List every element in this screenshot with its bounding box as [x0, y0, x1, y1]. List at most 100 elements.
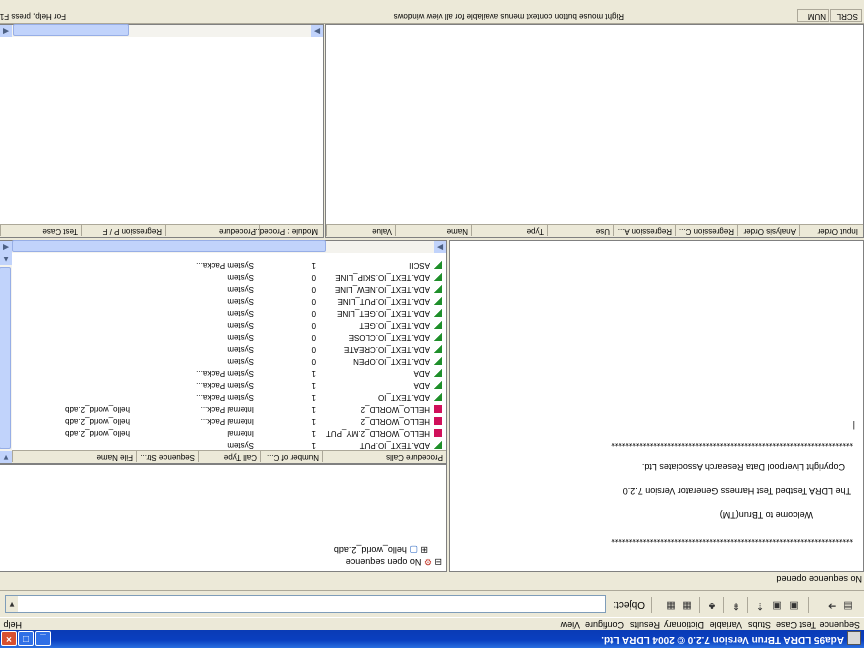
console-panel[interactable]: ****************************************… [449, 240, 864, 572]
document-icon[interactable]: ▦ [681, 599, 693, 611]
help-hint: For Help, press F1 [0, 12, 66, 21]
menu-stubs[interactable]: Stubs [748, 620, 771, 630]
test-case-icon[interactable]: ▣ [788, 599, 800, 611]
cell-number-of-calls: 0 [311, 345, 316, 354]
move-top-icon[interactable]: ⇞ [730, 599, 742, 611]
cell-procedure: ASCII [409, 261, 430, 270]
table-row[interactable]: ADA 1 System Packa... [12, 379, 444, 391]
cell-number-of-calls: 1 [311, 261, 316, 270]
hscroll-thumb[interactable] [13, 24, 129, 36]
scroll-up-icon[interactable]: ▼ [0, 451, 12, 463]
hscroll-thumb[interactable] [12, 240, 326, 252]
document-copy-icon[interactable]: ▦ [665, 599, 677, 611]
system-flag-icon [434, 309, 442, 317]
column-analysis-order[interactable]: Analysis Order [737, 225, 799, 236]
scroll-down-icon[interactable]: ▲ [0, 253, 12, 265]
scroll-right-icon[interactable]: ▶ [434, 241, 446, 253]
cell-number-of-calls: 0 [311, 273, 316, 282]
column-value[interactable]: Value [326, 225, 395, 236]
column-number-of-calls[interactable]: Number of C... [260, 451, 322, 462]
cell-procedure: ADA.TEXT_IO [377, 393, 430, 402]
column-procedure-calls[interactable]: Procedure Calls [322, 451, 446, 462]
variables-header: Input Order Analysis Order Regression C.… [326, 224, 863, 237]
table-row[interactable]: ASCII 1 System Packa... [12, 259, 444, 271]
table-row[interactable]: ADA.TEXT_IO.NEW_LINE 0 System [12, 283, 444, 295]
tree-child[interactable]: ⊞ ▢ hello_world_2.adb [334, 544, 428, 555]
scroll-right-icon[interactable]: ▶ [311, 25, 323, 37]
column-module-procedure[interactable]: Module : Proced... [253, 225, 321, 236]
table-row[interactable]: ADA.TEXT_IO.GET_LINE 0 System [12, 307, 444, 319]
menu-test-case[interactable]: Test Case [776, 620, 816, 630]
maximize-button[interactable]: □ [18, 631, 34, 646]
table-row[interactable]: ADA.TEXT_IO.SKIP_LINE 0 System [12, 271, 444, 283]
menu-sequence[interactable]: Sequence [819, 620, 860, 630]
table-row[interactable]: HELLO_WORLD_2 1 Internal Pack... hello_worl… [12, 403, 444, 415]
cell-call-type: System [227, 297, 254, 306]
column-type[interactable]: Type [471, 225, 547, 236]
table-row[interactable]: ADA.TEXT_IO.PUT 1 System [12, 439, 444, 451]
scroll-left-icon[interactable]: ◀ [0, 241, 12, 253]
tree-child-label: hello_world_2.adb [333, 545, 407, 555]
table-row[interactable]: ADA.TEXT_IO.PUT_LINE 0 System [12, 295, 444, 307]
column-procedure[interactable]: Procedure [165, 225, 259, 236]
cell-procedure: ADA.TEXT_IO.PUT [359, 441, 430, 450]
collapse-icon[interactable]: ⊟ [434, 557, 442, 567]
table-row[interactable]: ADA.TEXT_IO.OPEN 0 System [12, 355, 444, 367]
toolbar-separator [723, 597, 724, 613]
table-row[interactable]: ADA.TEXT_IO.CLOSE 0 System [12, 331, 444, 343]
menu-configure[interactable]: Configure [585, 620, 624, 630]
tree-root[interactable]: ⊟ ⚙ No open sequence [346, 556, 442, 567]
column-sequence-str[interactable]: Sequence Str... [136, 451, 198, 462]
table-row[interactable]: HELLO_WORLD_2.MY_PUT 1 Internal hello_world… [12, 427, 444, 439]
column-use[interactable]: Use [547, 225, 613, 236]
close-button[interactable]: × [1, 631, 17, 646]
object-combobox[interactable]: ▼ [5, 595, 606, 613]
column-regression-pf[interactable]: Regression P / F [81, 225, 165, 236]
test-case-copy-icon[interactable]: ▣ [771, 599, 783, 611]
system-flag-icon [434, 321, 442, 329]
cell-call-type: System [227, 441, 254, 450]
table-row[interactable]: HELLO_WORLD_2 1 Internal Pack... hello_worl… [12, 415, 444, 427]
scrl-indicator: SCRL [836, 12, 858, 21]
menu-view[interactable]: View [561, 620, 580, 630]
column-regression-c[interactable]: Regression C... [675, 225, 737, 236]
internal-flag-icon [434, 429, 442, 437]
table-row[interactable]: ADA.TEXT_IO 1 System Packa... [12, 391, 444, 403]
table-row[interactable]: ADA 1 System Packa... [12, 367, 444, 379]
object-label: Object: [613, 599, 645, 610]
menu-dictionary[interactable]: Dictionary [664, 620, 704, 630]
cell-procedure: HELLO_WORLD_2.MY_PUT [325, 429, 430, 438]
cell-call-type: System [227, 357, 254, 366]
column-call-type[interactable]: Call Type [198, 451, 260, 462]
variables-panel[interactable]: Input Order Analysis Order Regression C.… [325, 24, 864, 238]
scroll-thumb[interactable] [0, 267, 11, 449]
expand-icon[interactable]: ⊞ [420, 545, 428, 555]
table-row[interactable]: ADA.TEXT_IO.GET 0 System [12, 319, 444, 331]
cell-number-of-calls: 1 [311, 405, 316, 414]
column-test-case[interactable]: Test Case [0, 225, 81, 236]
forward-icon[interactable]: ➔ [826, 599, 838, 611]
menu-results[interactable]: Results [630, 620, 660, 630]
procedure-calls-panel[interactable]: Procedure Calls Number of C... Call Type… [0, 240, 447, 464]
column-file-name[interactable]: File Name [12, 451, 136, 462]
table-row[interactable]: ADA.TEXT_IO.CREATE 0 System [12, 343, 444, 355]
sequence-tree-panel[interactable]: ⊟ ⚙ No open sequence ⊞ ▢ hello_world_2.a… [0, 464, 447, 572]
procedure-calls-vscroll[interactable]: ▼ ▲ [0, 253, 12, 463]
tree-icon[interactable]: ♣ [706, 599, 718, 611]
menu-help[interactable]: Help [3, 620, 22, 630]
welcome-line: Welcome to TBrun(TM) [719, 510, 813, 520]
test-cases-panel[interactable]: Module : Proced... Procedure Regression … [0, 24, 324, 238]
open-sequence-icon[interactable]: ▤ [842, 599, 854, 611]
column-name[interactable]: Name [395, 225, 471, 236]
procedure-calls-hscroll[interactable]: ▶ ◀ [0, 240, 446, 253]
cell-number-of-calls: 1 [311, 369, 316, 378]
move-up-icon[interactable]: ⇡ [754, 599, 766, 611]
menu-variable[interactable]: Variable [710, 620, 742, 630]
column-regression-a[interactable]: Regression A... [613, 225, 675, 236]
app-icon [847, 631, 861, 645]
scroll-left-icon[interactable]: ◀ [0, 25, 12, 37]
chevron-down-icon[interactable]: ▼ [6, 596, 18, 612]
test-cases-hscroll[interactable]: ▶ ◀ [0, 24, 323, 37]
minimize-button[interactable]: _ [35, 631, 51, 646]
column-input-order[interactable]: Input Order [799, 225, 861, 236]
